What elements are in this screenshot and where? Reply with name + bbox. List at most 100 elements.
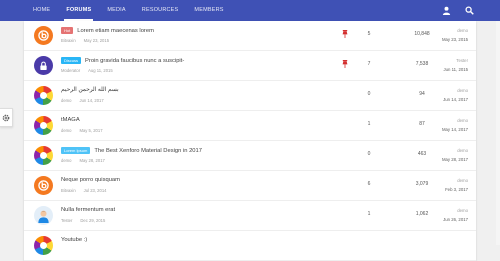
- thread-prefix-badge[interactable]: Discuss: [61, 57, 82, 64]
- style-settings-toggle[interactable]: [0, 108, 13, 127]
- thread-start-date[interactable]: May 23, 2015: [84, 38, 109, 43]
- pin-icon: [342, 60, 348, 68]
- thread-start-date[interactable]: Jul 23, 2014: [84, 188, 107, 193]
- nav-resources[interactable]: RESOURCES: [134, 0, 187, 21]
- thread-row[interactable]: Neque porro quisquam Bitvaxin Jul 23, 2014…: [24, 171, 476, 201]
- last-post-date[interactable]: May 28, 2017: [442, 157, 468, 162]
- thread-prefix-badge[interactable]: Hot: [61, 27, 74, 34]
- thread-title-link[interactable]: Nulla fermentum erat: [61, 207, 115, 213]
- thread-author[interactable]: Tester: [61, 218, 72, 223]
- user-icon[interactable]: [442, 6, 451, 15]
- avatar[interactable]: [34, 116, 53, 135]
- last-post-date[interactable]: Feb 3, 2017: [445, 187, 468, 192]
- last-post-user[interactable]: demo: [457, 88, 468, 93]
- reply-count: 5: [367, 31, 371, 37]
- avatar[interactable]: [34, 206, 53, 225]
- thread-author[interactable]: Moderator: [61, 68, 80, 73]
- view-count: 7,538: [415, 61, 429, 67]
- view-count: 463: [417, 151, 427, 157]
- thread-title-line: Discuss Proin gravida faucibus nunc a sus…: [61, 57, 184, 64]
- avatar[interactable]: [34, 176, 53, 195]
- view-count: 3,079: [415, 181, 429, 187]
- person-avatar-icon: [38, 210, 49, 223]
- thread-title-link[interactable]: Youtube :): [61, 237, 87, 243]
- last-post-date[interactable]: Jun 14, 2017: [443, 97, 468, 102]
- last-post-date[interactable]: Jun 11, 2015: [443, 67, 468, 72]
- last-post-user[interactable]: demo: [457, 118, 468, 123]
- thread-meta: demo May 5, 2017: [61, 128, 103, 133]
- thread-author[interactable]: demo: [61, 128, 71, 133]
- thread-title-line: tMAGA: [61, 117, 80, 123]
- thread-title-link[interactable]: بسم الله الرحمن الرحيم: [61, 87, 119, 93]
- view-count: 87: [419, 121, 425, 127]
- last-post-user[interactable]: demo: [457, 208, 468, 213]
- b-logo-icon: [38, 180, 49, 191]
- thread-prefix-badge[interactable]: Lorem Ipsum: [61, 147, 91, 154]
- thread-title-link[interactable]: tMAGA: [61, 117, 80, 123]
- last-post-user[interactable]: demo: [457, 148, 468, 153]
- thread-row[interactable]: Discuss Proin gravida faucibus nunc a sus…: [24, 51, 476, 81]
- view-count: 10,848: [414, 31, 430, 37]
- thread-author[interactable]: Bitvaxin: [61, 188, 76, 193]
- thread-start-date[interactable]: May 5, 2017: [79, 128, 102, 133]
- thread-start-date[interactable]: May 28, 2017: [79, 158, 104, 163]
- thread-start-date[interactable]: Jun 14, 2017: [79, 98, 103, 103]
- nav-forums[interactable]: FORUMS: [58, 0, 99, 21]
- search-icon[interactable]: [465, 6, 474, 15]
- thread-meta: Tester Dec 29, 2015: [61, 218, 105, 223]
- gear-icon: [2, 114, 10, 121]
- thread-row[interactable]: Hot Lorem etiam maecenas lorem Bitvaxin May…: [24, 21, 476, 51]
- reply-count: 0: [367, 151, 371, 157]
- thread-meta: demo May 28, 2017: [61, 158, 105, 163]
- thread-title-link[interactable]: Neque porro quisquam: [61, 177, 120, 183]
- view-count: 94: [419, 91, 425, 97]
- thread-title-link[interactable]: Proin gravida faucibus nunc a suscipit-: [85, 58, 184, 64]
- thread-row[interactable]: Lorem Ipsum The Best Xenforo Material Des…: [24, 141, 476, 171]
- thread-title-line: بسم الله الرحمن الرحيم: [61, 87, 119, 93]
- thread-title-line: Neque porro quisquam: [61, 177, 120, 183]
- last-post-date[interactable]: Jun 26, 2017: [443, 217, 468, 222]
- avatar[interactable]: [34, 56, 53, 75]
- thread-meta: Moderator Aug 11, 2015: [61, 68, 113, 73]
- thread-title-link[interactable]: Lorem etiam maecenas lorem: [77, 28, 154, 34]
- lock-icon: [40, 61, 47, 70]
- scrollbar[interactable]: [496, 21, 500, 245]
- thread-title-line: Lorem Ipsum The Best Xenforo Material Des…: [61, 147, 202, 154]
- thread-title-link[interactable]: The Best Xenforo Material Design in 2017: [94, 148, 202, 154]
- view-count: 1,062: [415, 211, 429, 217]
- b-logo-icon: [38, 30, 49, 41]
- thread-title-line: Hot Lorem etiam maecenas lorem: [61, 27, 154, 34]
- thread-meta: Bitvaxin Jul 23, 2014: [61, 188, 107, 193]
- thread-title-line: Nulla fermentum erat: [61, 207, 115, 213]
- reply-count: 6: [367, 181, 371, 187]
- last-post-date[interactable]: May 14, 2017: [442, 127, 468, 132]
- last-post-user[interactable]: Tester: [456, 58, 468, 63]
- reply-count: 1: [367, 121, 371, 127]
- thread-list: Hot Lorem etiam maecenas lorem Bitvaxin May…: [24, 21, 476, 261]
- thread-row[interactable]: Nulla fermentum erat Tester Dec 29, 2015 1 1…: [24, 201, 476, 231]
- avatar[interactable]: [34, 26, 53, 45]
- nav-home[interactable]: HOME: [0, 0, 58, 21]
- nav-media[interactable]: MEDIA: [99, 0, 133, 21]
- thread-meta: demo Jun 14, 2017: [61, 98, 104, 103]
- thread-start-date[interactable]: Dec 29, 2015: [80, 218, 105, 223]
- thread-row[interactable]: بسم الله الرحمن الرحيم demo Jun 14, 2017 0 9…: [24, 81, 476, 111]
- top-navigation: HOME FORUMS MEDIA RESOURCES MEMBERS: [0, 0, 500, 21]
- reply-count: 1: [367, 211, 371, 217]
- avatar[interactable]: [34, 146, 53, 165]
- thread-row[interactable]: Youtube :): [24, 231, 476, 261]
- last-post-user[interactable]: demo: [457, 28, 468, 33]
- avatar[interactable]: [34, 86, 53, 105]
- thread-author[interactable]: Bitvaxin: [61, 38, 76, 43]
- nav-members[interactable]: MEMBERS: [186, 0, 231, 21]
- pin-icon: [342, 30, 348, 38]
- thread-author[interactable]: demo: [61, 98, 71, 103]
- thread-start-date[interactable]: Aug 11, 2015: [88, 68, 113, 73]
- last-post-user[interactable]: demo: [457, 178, 468, 183]
- last-post-date[interactable]: May 23, 2015: [442, 37, 468, 42]
- reply-count: 7: [367, 61, 371, 67]
- thread-row[interactable]: tMAGA demo May 5, 2017 1 87 demo May 14, 2017: [24, 111, 476, 141]
- thread-title-line: Youtube :): [61, 237, 87, 243]
- thread-author[interactable]: demo: [61, 158, 71, 163]
- avatar[interactable]: [34, 236, 53, 255]
